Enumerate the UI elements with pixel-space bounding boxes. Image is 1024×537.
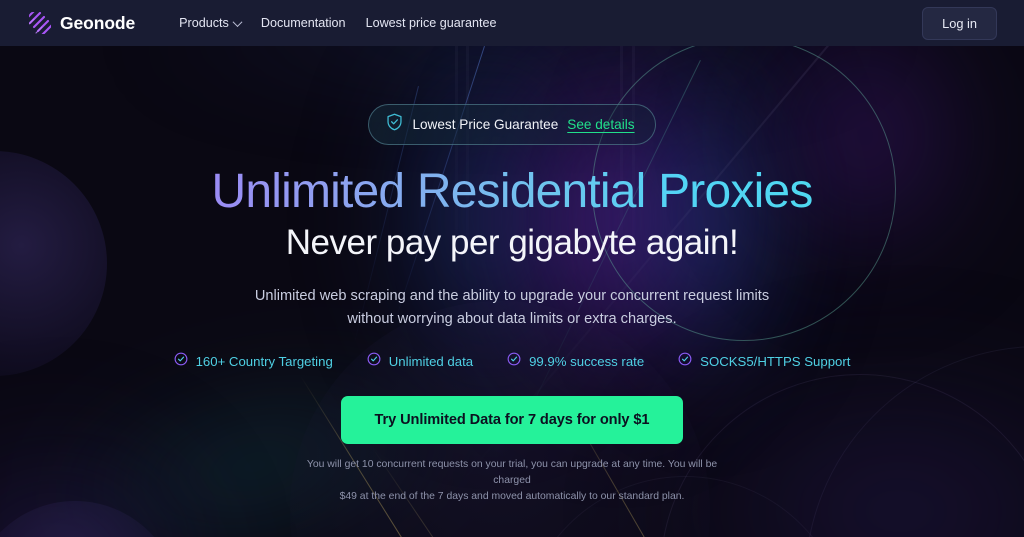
feature-item-unlimited-data: Unlimited data <box>367 352 473 371</box>
check-circle-icon <box>507 352 521 371</box>
trial-fineprint: You will get 10 concurrent requests on y… <box>297 457 727 505</box>
shield-check-icon <box>386 113 403 136</box>
hero-description: Unlimited web scraping and the ability t… <box>255 285 769 329</box>
trial-fineprint-line-2: $49 at the end of the 7 days and moved a… <box>339 490 685 502</box>
login-button[interactable]: Log in <box>922 6 997 40</box>
brand-name: Geonode <box>60 12 136 33</box>
page-subtitle: Never pay per gigabyte again! <box>285 223 739 263</box>
see-details-link[interactable]: See details <box>567 117 634 132</box>
feature-label: SOCKS5/HTTPS Support <box>700 353 851 369</box>
check-circle-icon <box>678 352 692 371</box>
try-unlimited-data-button[interactable]: Try Unlimited Data for 7 days for only $… <box>340 395 684 444</box>
brand-logo[interactable]: Geonode <box>29 12 135 34</box>
feature-item-success-rate: 99.9% success rate <box>507 352 644 371</box>
chevron-down-icon <box>232 16 243 27</box>
nav-link-products-label: Products <box>179 16 229 30</box>
hero-description-line-1: Unlimited web scraping and the ability t… <box>254 288 770 305</box>
feature-label: 160+ Country Targeting <box>195 353 333 369</box>
hero-description-line-2: without worrying about data limits or ex… <box>347 310 677 327</box>
nav-links: Products Documentation Lowest price guar… <box>169 10 506 36</box>
geonode-striped-square-icon <box>29 12 51 34</box>
page-title: Unlimited Residential Proxies <box>211 165 813 218</box>
badge-text: Lowest Price Guarantee <box>412 117 559 132</box>
feature-item-socks5-https: SOCKS5/HTTPS Support <box>678 352 850 371</box>
check-circle-icon <box>367 352 381 371</box>
trial-fineprint-line-1: You will get 10 concurrent requests on y… <box>306 458 718 486</box>
check-circle-icon <box>174 352 188 371</box>
nav-link-lowest-price-guarantee-label: Lowest price guarantee <box>365 16 497 30</box>
feature-label: 99.9% success rate <box>529 353 645 369</box>
lowest-price-guarantee-badge: Lowest Price Guarantee See details <box>368 104 656 145</box>
nav-link-products[interactable]: Products <box>169 10 251 36</box>
landing-page: Geonode Products Documentation Lowest pr… <box>0 0 1024 537</box>
nav-link-documentation[interactable]: Documentation <box>251 10 356 36</box>
navbar: Geonode Products Documentation Lowest pr… <box>0 0 1024 46</box>
feature-label: Unlimited data <box>388 353 474 369</box>
nav-link-documentation-label: Documentation <box>260 16 346 30</box>
feature-list: 160+ Country Targeting Unlimited data 99… <box>174 352 850 371</box>
hero-section: Lowest Price Guarantee See details Unlim… <box>0 46 1024 537</box>
nav-link-lowest-price-guarantee[interactable]: Lowest price guarantee <box>356 10 507 36</box>
feature-item-country-targeting: 160+ Country Targeting <box>174 352 333 371</box>
